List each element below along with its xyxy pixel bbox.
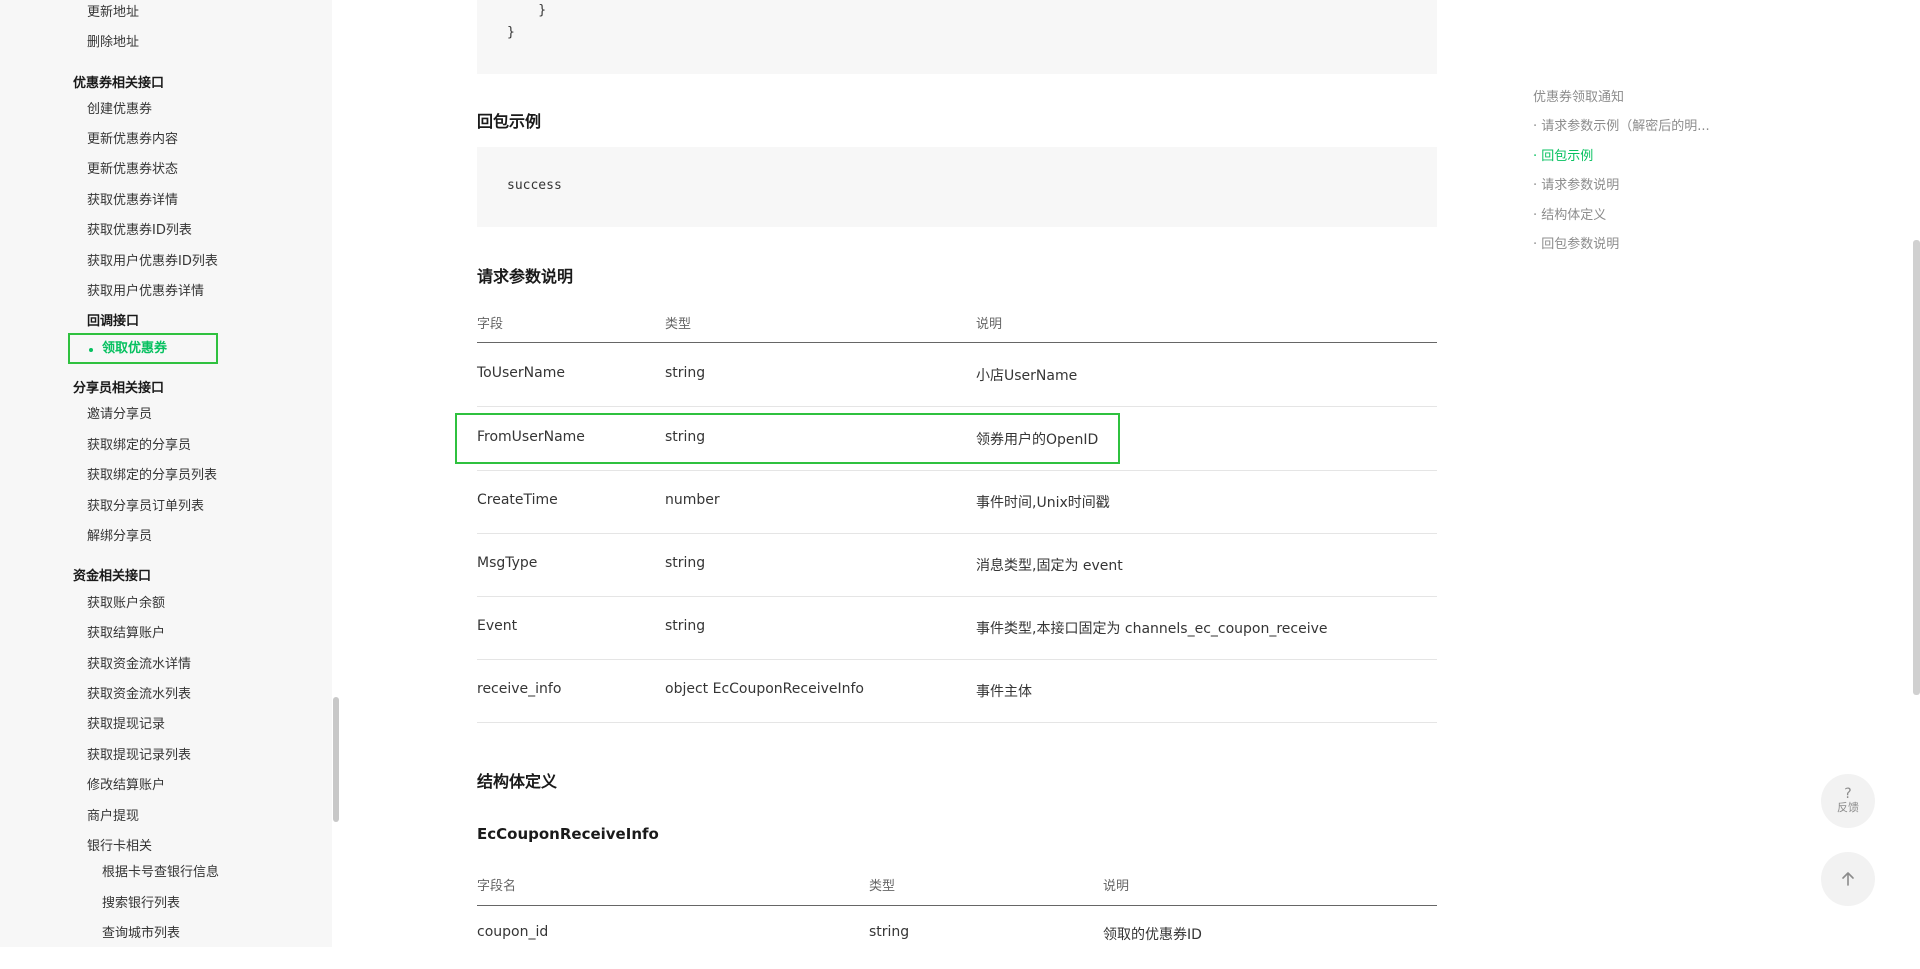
- active-dot-icon: [89, 348, 93, 352]
- sidebar-item-city-list[interactable]: 查询城市列表: [102, 925, 180, 943]
- table-row: receive_info object EcCouponReceiveInfo …: [477, 659, 1437, 723]
- sidebar-group-coupon[interactable]: 优惠券相关接口: [73, 75, 164, 93]
- cell-desc: 消息类型,固定为 event: [976, 558, 1123, 574]
- sidebar-item-get-balance[interactable]: 获取账户余额: [87, 595, 165, 613]
- sidebar-item-invite-sharer[interactable]: 邀请分享员: [87, 406, 152, 424]
- sidebar-item-get-bound-sharer[interactable]: 获取绑定的分享员: [87, 437, 191, 455]
- code-line: success: [507, 178, 562, 193]
- sidebar-item-get-fund-flow-list[interactable]: 获取资金流水列表: [87, 686, 191, 704]
- sidebar-item-update-coupon-content[interactable]: 更新优惠券内容: [87, 131, 178, 149]
- cell-type: string: [665, 555, 706, 571]
- sidebar-scrollbar[interactable]: [333, 697, 339, 822]
- cell-type: object EcCouponReceiveInfo: [665, 681, 864, 697]
- sidebar-item-unbind-sharer[interactable]: 解绑分享员: [87, 528, 152, 546]
- back-to-top-button[interactable]: [1821, 852, 1875, 906]
- arrow-up-icon: [1842, 872, 1854, 886]
- cell-type: string: [665, 365, 706, 381]
- request-example-code-block: } }: [477, 0, 1437, 74]
- toc-item-response-params[interactable]: · 回包参数说明: [1533, 233, 1619, 252]
- page-scrollbar[interactable]: [1913, 240, 1920, 695]
- cell-type: number: [665, 492, 720, 508]
- struct-name: EcCouponReceiveInfo: [477, 825, 659, 843]
- row-highlight-box: [455, 413, 1120, 464]
- sidebar-item-modify-settlement-account[interactable]: 修改结算账户: [87, 777, 165, 795]
- response-example-code-block: success: [477, 147, 1437, 227]
- cell-desc: 事件主体: [976, 684, 1032, 700]
- struct-header-type: 类型: [869, 879, 896, 894]
- sidebar-item-get-sharer-order-list[interactable]: 获取分享员订单列表: [87, 498, 204, 516]
- toc-item-struct[interactable]: · 结构体定义: [1533, 204, 1606, 223]
- table-row: coupon_id string 领取的优惠券ID: [477, 906, 1437, 969]
- table-row: ToUserName string 小店UserName: [477, 343, 1437, 407]
- code-line: }: [507, 3, 547, 18]
- sidebar-item-get-bound-sharer-list[interactable]: 获取绑定的分享员列表: [87, 467, 217, 485]
- sidebar-item-get-fund-flow-detail[interactable]: 获取资金流水详情: [87, 656, 191, 674]
- sidebar-item-receive-coupon[interactable]: 领取优惠券: [102, 340, 167, 358]
- toc-item-params[interactable]: · 请求参数说明: [1533, 174, 1619, 193]
- sidebar-item-get-coupon-id-list[interactable]: 获取优惠券ID列表: [87, 222, 192, 240]
- cell-desc: 领取的优惠券ID: [1103, 927, 1202, 943]
- sidebar-item-update-coupon-status[interactable]: 更新优惠券状态: [87, 161, 178, 179]
- cell-field: MsgType: [477, 555, 538, 571]
- sidebar-item-get-withdraw-record[interactable]: 获取提现记录: [87, 716, 165, 734]
- sidebar-item-delete-address[interactable]: 删除地址: [87, 34, 139, 52]
- cell-desc: 事件类型,本接口固定为 channels_ec_coupon_receive: [976, 621, 1328, 637]
- toc-item-request-example[interactable]: · 请求参数示例（解密后的明...: [1533, 115, 1710, 134]
- sidebar-item-search-bank-list[interactable]: 搜索银行列表: [102, 895, 180, 913]
- cell-type: string: [869, 924, 910, 940]
- params-header-field: 字段: [477, 317, 504, 332]
- struct-header-desc: 说明: [1103, 879, 1130, 894]
- sidebar-group-funds[interactable]: 资金相关接口: [73, 568, 151, 586]
- response-example-title: 回包示例: [477, 112, 542, 131]
- sidebar-item-bank-card[interactable]: 银行卡相关: [87, 838, 152, 856]
- sidebar-item-bank-by-card[interactable]: 根据卡号查银行信息: [102, 864, 219, 882]
- sidebar-subgroup-callback[interactable]: 回调接口: [87, 313, 139, 331]
- struct-title: 结构体定义: [477, 772, 558, 791]
- cell-desc: 小店UserName: [976, 368, 1078, 384]
- cell-field: receive_info: [477, 681, 562, 697]
- sidebar-item-merchant-withdraw[interactable]: 商户提现: [87, 808, 139, 826]
- cell-type: string: [665, 618, 706, 634]
- question-mark-icon: ?: [1844, 786, 1852, 802]
- cell-field: CreateTime: [477, 492, 558, 508]
- cell-desc: 事件时间,Unix时间戳: [976, 495, 1110, 511]
- sidebar: 更新地址 删除地址 优惠券相关接口 创建优惠券 更新优惠券内容 更新优惠券状态 …: [0, 0, 332, 947]
- table-row: CreateTime number 事件时间,Unix时间戳: [477, 470, 1437, 534]
- sidebar-item-get-user-coupon-detail[interactable]: 获取用户优惠券详情: [87, 283, 204, 301]
- params-title: 请求参数说明: [477, 267, 574, 286]
- sidebar-item-get-settlement-account[interactable]: 获取结算账户: [87, 625, 165, 643]
- cell-field: Event: [477, 618, 518, 634]
- struct-header-field: 字段名: [477, 879, 517, 894]
- sidebar-item-get-user-coupon-id-list[interactable]: 获取用户优惠券ID列表: [87, 253, 218, 271]
- feedback-label: 反馈: [1837, 801, 1859, 814]
- sidebar-item-get-coupon-detail[interactable]: 获取优惠券详情: [87, 192, 178, 210]
- sidebar-item-update-address[interactable]: 更新地址: [87, 4, 139, 22]
- params-header-desc: 说明: [976, 317, 1003, 332]
- sidebar-group-sharer[interactable]: 分享员相关接口: [73, 380, 164, 398]
- toc-item-response-example[interactable]: · 回包示例: [1533, 145, 1593, 164]
- feedback-button[interactable]: ? 反馈: [1821, 774, 1875, 828]
- sidebar-item-create-coupon[interactable]: 创建优惠券: [87, 101, 152, 119]
- params-header-type: 类型: [665, 317, 692, 332]
- table-row: MsgType string 消息类型,固定为 event: [477, 533, 1437, 597]
- cell-field: coupon_id: [477, 924, 549, 940]
- code-line: }: [507, 25, 515, 40]
- table-row: Event string 事件类型,本接口固定为 channels_ec_cou…: [477, 596, 1437, 660]
- toc-title[interactable]: 优惠券领取通知: [1533, 86, 1624, 105]
- sidebar-item-get-withdraw-record-list[interactable]: 获取提现记录列表: [87, 747, 191, 765]
- cell-field: ToUserName: [477, 365, 565, 381]
